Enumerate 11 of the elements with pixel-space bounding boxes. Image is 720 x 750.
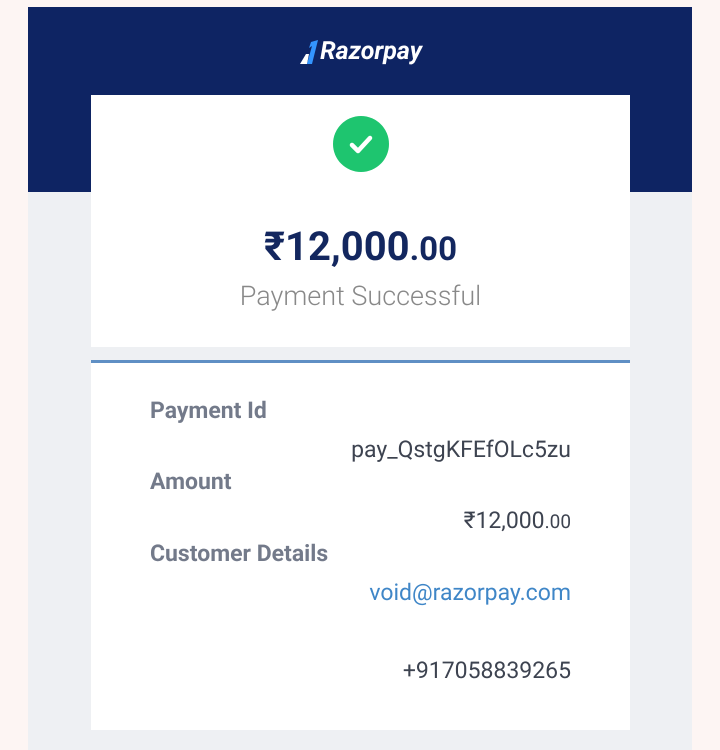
detail-label: Customer Details [150, 539, 328, 569]
payment-amount: ₹12,000.00 [264, 227, 458, 267]
logo-icon [298, 40, 318, 64]
detail-label: Amount [150, 467, 232, 497]
brand-name: Razorpay [320, 36, 422, 68]
detail-value: +917058839265 [402, 656, 571, 686]
detail-value: pay_QstgKFEfOLc5zu [351, 435, 571, 465]
status-message: Payment Successful [240, 283, 482, 310]
detail-value: ₹12,000.00 [464, 506, 571, 536]
detail-label: Payment Id [150, 396, 267, 426]
email-link[interactable]: void@razorpay.com [369, 577, 571, 609]
